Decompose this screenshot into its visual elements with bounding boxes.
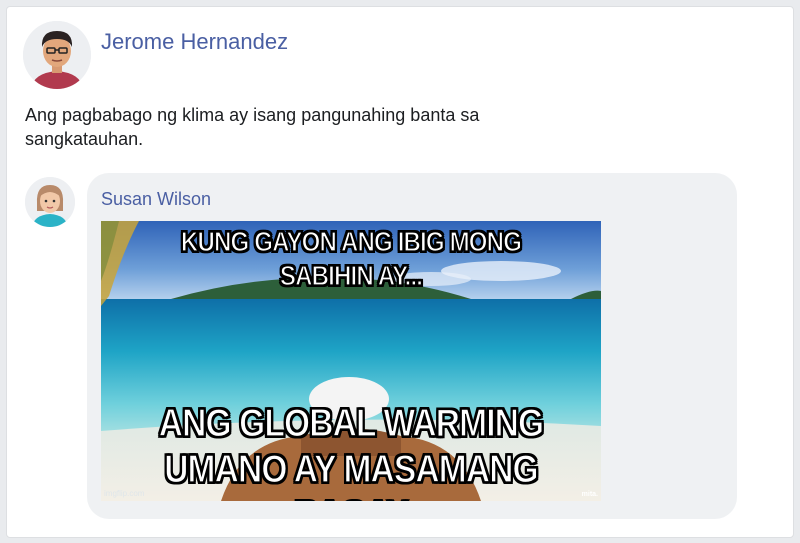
meme-image[interactable]: KUNG GAYON ANG IBIG MONG SABIHIN AY... A… [101,221,601,501]
meme-bottom-text: ANG GLOBAL WARMING UMANO AY MASAMANG BAG… [136,401,566,501]
comment-bubble: Susan Wilson KUNG GAYON ANG IBIG MONG SA… [87,173,737,519]
meme-top-text: KUNG GAYON ANG IBIG MONG SABIHIN AY... [180,225,522,291]
avatar-woman-icon [25,177,75,227]
post-text: Ang pagbabago ng klima ay isang pangunah… [25,105,480,149]
post-card: Jerome Hernandez Ang pagbabago ng klima … [6,6,794,538]
post-author-avatar[interactable] [23,21,91,89]
comment-author-name[interactable]: Susan Wilson [101,189,211,210]
post-author-name[interactable]: Jerome Hernandez [101,29,288,55]
corner-mark: mita. [581,491,598,498]
meme-bottom-line-1: ANG GLOBAL WARMING [158,401,544,445]
comment-author-avatar[interactable] [25,177,75,227]
meme-bottom-line-2: UMANO AY MASAMANG BAGAY [164,447,539,501]
avatar-man-icon [23,21,91,89]
imgflip-watermark: imgflip.com [104,489,145,498]
